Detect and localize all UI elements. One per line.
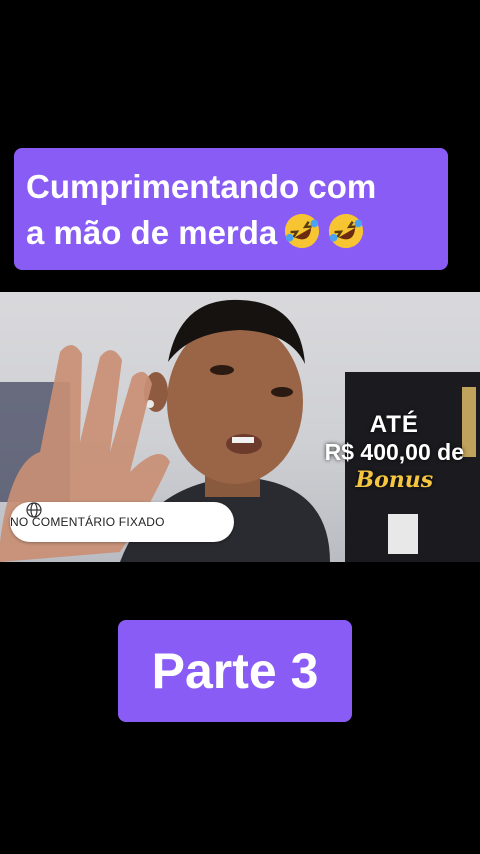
promo-overlay: ATÉ R$ 400,00 de Bonus — [324, 411, 464, 493]
caption-line-2: a mão de merda — [26, 210, 436, 256]
rolling-on-floor-laughing-icon — [285, 213, 320, 249]
promo-amount: R$ 400,00 de — [324, 439, 464, 465]
caption-line-2-text: a mão de merda — [26, 214, 278, 251]
caption-box: Cumprimentando com a mão de merda — [14, 148, 448, 270]
part-label: Parte 3 — [151, 643, 319, 699]
caption-line-1: Cumprimentando com — [26, 168, 377, 205]
part-badge: Parte 3 — [118, 620, 352, 722]
promo-bonus-script: Bonus — [355, 467, 434, 493]
promo-top-line: ATÉ — [369, 411, 419, 438]
pinned-comment-pill[interactable]: NO COMENTÁRIO FIXADO — [10, 502, 234, 542]
video-frame[interactable]: ATÉ R$ 400,00 de Bonus NO COMENTÁRIO FIX… — [0, 292, 480, 562]
globe-icon — [26, 502, 42, 518]
rolling-on-floor-laughing-icon — [329, 213, 364, 249]
